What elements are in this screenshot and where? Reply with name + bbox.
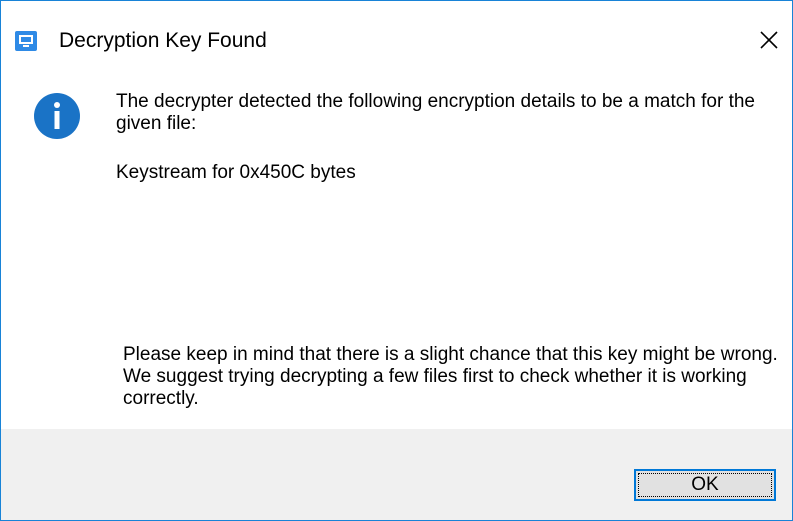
- message-text: The decrypter detected the following enc…: [116, 91, 755, 134]
- ok-button-label: OK: [691, 474, 719, 495]
- info-icon: [34, 93, 80, 139]
- dialog-window: Decryption Key Found The decrypter detec…: [0, 0, 793, 521]
- monitor-app-icon: [15, 31, 37, 51]
- dialog-title: Decryption Key Found: [59, 29, 267, 52]
- close-icon: [759, 30, 779, 55]
- dialog-content: The decrypter detected the following enc…: [1, 83, 792, 429]
- detail-text: Keystream for 0x450C bytes: [116, 162, 356, 183]
- title-bar[interactable]: Decryption Key Found: [1, 1, 792, 83]
- ok-button[interactable]: OK: [634, 469, 776, 501]
- button-bar: OK: [1, 429, 792, 520]
- note-text: Please keep in mind that there is a slig…: [123, 344, 778, 409]
- close-button[interactable]: [746, 19, 792, 65]
